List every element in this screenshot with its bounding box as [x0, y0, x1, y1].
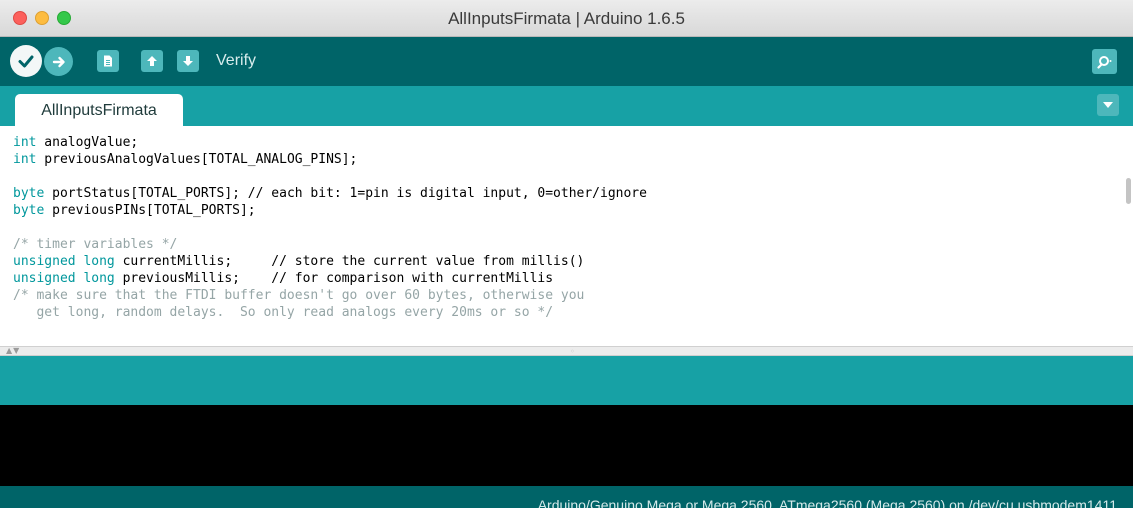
arrow-up-icon — [147, 56, 157, 66]
code-keyword: unsigned long — [13, 271, 115, 286]
tab-menu-button[interactable] — [1097, 94, 1119, 116]
code-token: analogValue; — [36, 135, 139, 150]
toolbar: Verify — [0, 37, 1133, 86]
divider-arrows-icon[interactable]: ▲▼ — [6, 346, 20, 355]
magnifier-icon — [1096, 55, 1111, 69]
code-line[interactable]: byte previousPINs[TOTAL_PORTS]; — [13, 202, 647, 219]
arrow-down-icon — [183, 56, 193, 66]
code-keyword: byte — [13, 186, 45, 201]
code-line[interactable]: /* timer variables */ — [13, 236, 647, 253]
code-line[interactable]: int previousAnalogValues[TOTAL_ANALOG_PI… — [13, 151, 647, 168]
status-bar: Arduino/Genuino Mega or Mega 2560, ATmeg… — [0, 486, 1133, 508]
console-output[interactable] — [0, 405, 1133, 486]
window-title: AllInputsFirmata | Arduino 1.6.5 — [448, 9, 685, 28]
code-line[interactable]: int analogValue; — [13, 134, 647, 151]
divider-grip-icon[interactable]: ◦ — [570, 347, 575, 356]
tab-allinputsfirmata[interactable]: AllInputsFirmata — [15, 94, 183, 126]
code-token: portStatus[TOTAL_PORTS]; // each bit: 1=… — [44, 186, 647, 201]
code-text[interactable]: int analogValue; int previousAnalogValues… — [13, 134, 647, 321]
verify-button[interactable] — [10, 45, 42, 77]
code-line[interactable]: unsigned long previousMillis; // for com… — [13, 270, 647, 287]
pane-divider[interactable]: ▲▼ ◦ — [0, 346, 1133, 356]
triangle-down-icon — [1103, 102, 1113, 108]
arrow-right-icon — [52, 56, 65, 67]
code-comment: get long, random delays. So only read an… — [13, 305, 554, 320]
code-comment: /* make sure that the FTDI buffer doesn'… — [13, 288, 585, 303]
open-sketch-button[interactable] — [141, 50, 163, 72]
upload-button[interactable] — [44, 47, 73, 76]
code-token: previousPINs[TOTAL_PORTS]; — [44, 203, 256, 218]
code-keyword: byte — [13, 203, 45, 218]
code-token: previousAnalogValues[TOTAL_ANALOG_PINS]; — [36, 152, 358, 167]
code-keyword: int — [13, 152, 37, 167]
editor-scrollbar[interactable] — [1126, 178, 1131, 204]
board-status: Arduino/Genuino Mega or Mega 2560, ATmeg… — [537, 497, 1117, 508]
code-line[interactable] — [13, 219, 647, 236]
serial-monitor-button[interactable] — [1092, 49, 1117, 74]
new-sketch-button[interactable] — [97, 50, 119, 72]
code-line[interactable]: byte portStatus[TOTAL_PORTS]; // each bi… — [13, 185, 647, 202]
title-bar: AllInputsFirmata | Arduino 1.6.5 — [0, 0, 1133, 37]
message-area — [0, 356, 1133, 405]
code-line[interactable]: get long, random delays. So only read an… — [13, 304, 647, 321]
new-file-icon — [104, 55, 112, 67]
code-token: currentMillis; // store the current valu… — [114, 254, 585, 269]
code-editor[interactable]: int analogValue; int previousAnalogValues… — [0, 126, 1133, 346]
toolbar-hover-label: Verify — [216, 52, 257, 69]
code-keyword: unsigned long — [13, 254, 115, 269]
check-icon — [18, 55, 34, 68]
code-token: previousMillis; // for comparison with c… — [114, 271, 554, 286]
code-comment: /* timer variables */ — [13, 237, 178, 252]
save-sketch-button[interactable] — [177, 50, 199, 72]
code-line[interactable]: /* make sure that the FTDI buffer doesn'… — [13, 287, 647, 304]
code-line[interactable]: unsigned long currentMillis; // store th… — [13, 253, 647, 270]
code-line[interactable] — [13, 168, 647, 185]
tab-bar: AllInputsFirmata — [0, 86, 1133, 126]
code-keyword: int — [13, 135, 37, 150]
